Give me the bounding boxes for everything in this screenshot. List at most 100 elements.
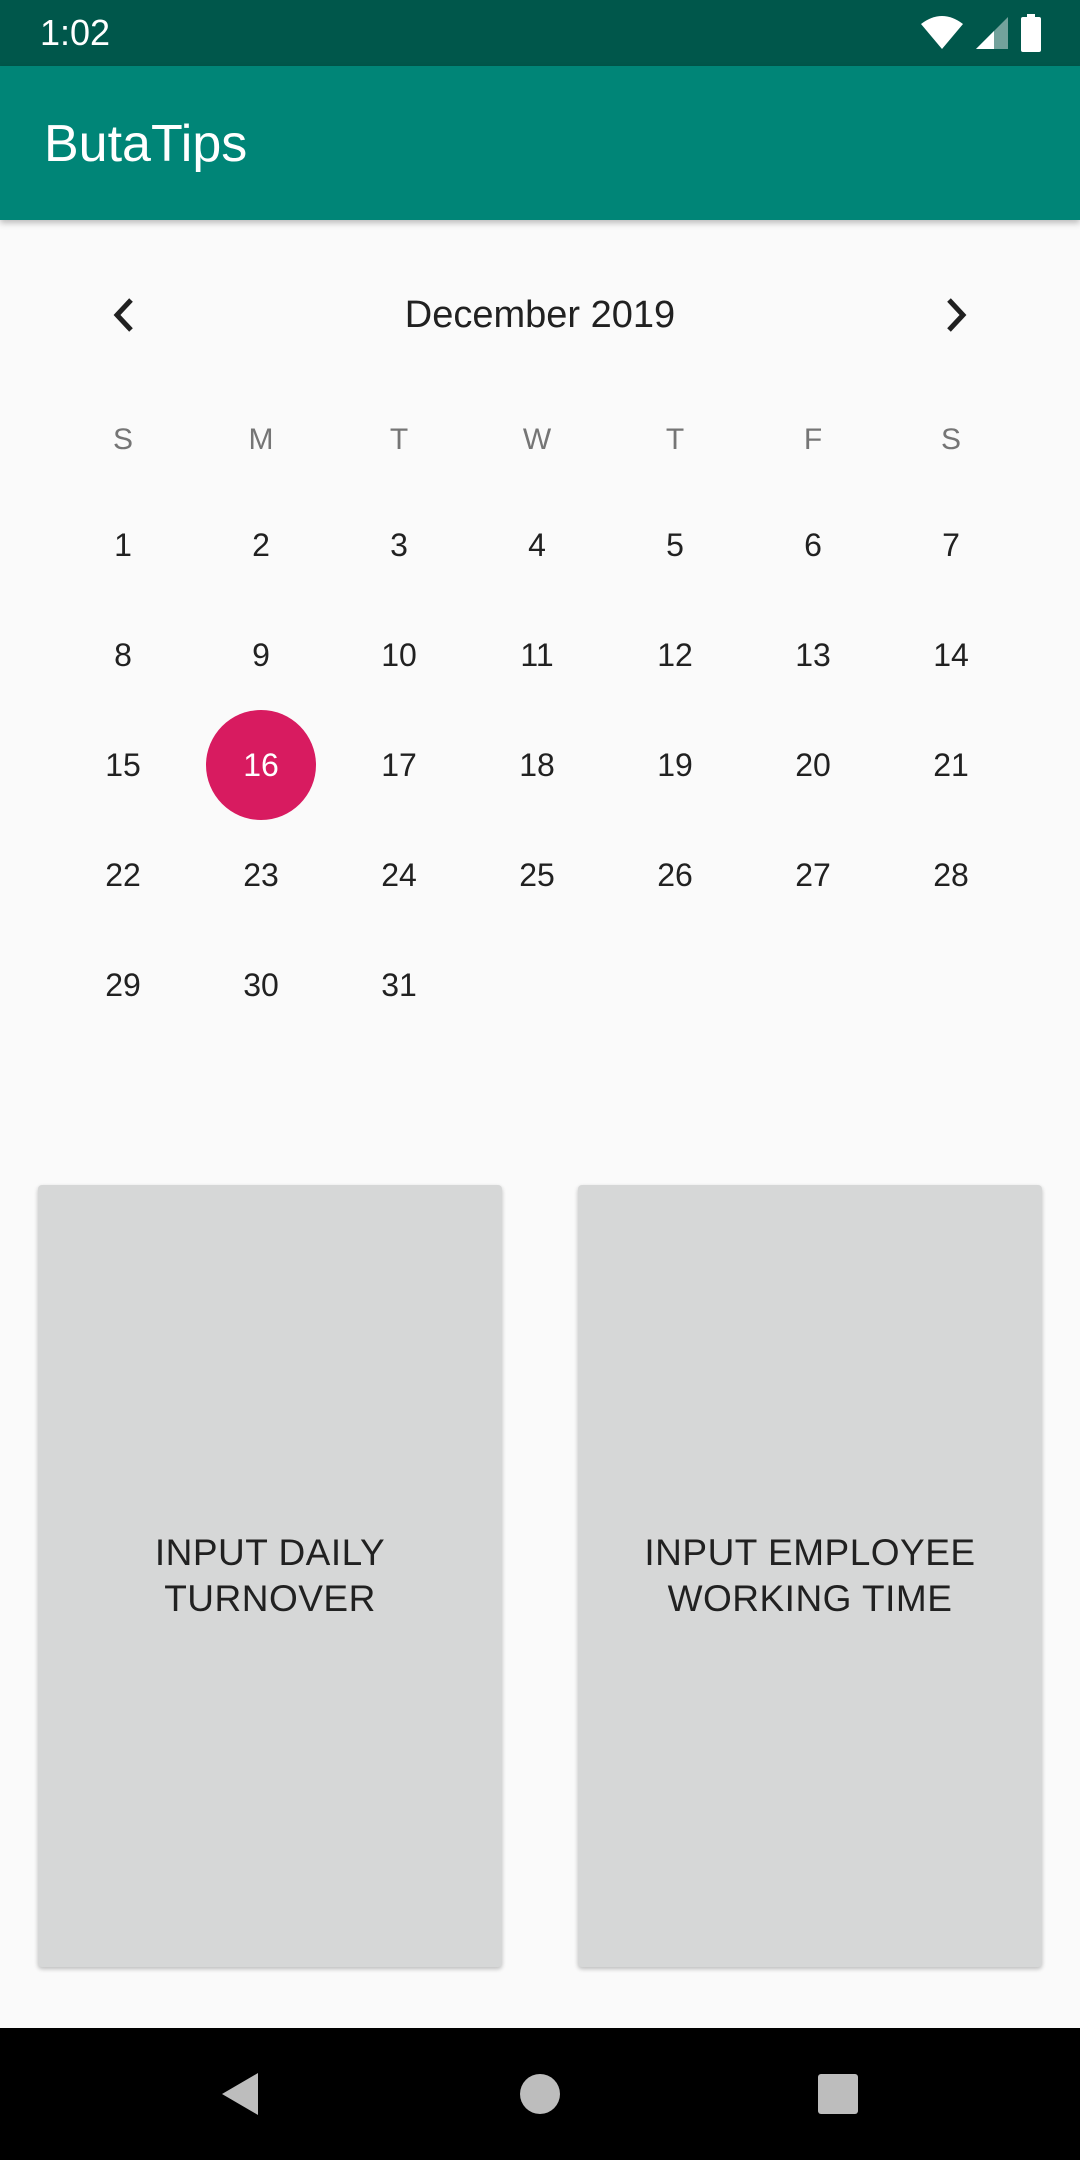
day-cell[interactable]: 14: [882, 600, 1020, 710]
day-of-week-row: S M T W T F S: [54, 410, 1020, 470]
daily-turnover-label: INPUT DAILY TURNOVER: [154, 1532, 386, 1619]
day-cell[interactable]: 17: [330, 710, 468, 820]
day-number: 23: [243, 857, 279, 893]
status-icons: [920, 14, 1042, 52]
employee-time-label: INPUT EMPLOYEE WORKING TIME: [644, 1532, 976, 1619]
day-cell[interactable]: 6: [744, 490, 882, 600]
day-number: 21: [933, 747, 969, 783]
recents-icon: [818, 2074, 858, 2114]
day-number: 18: [519, 747, 555, 783]
day-cell[interactable]: 4: [468, 490, 606, 600]
day-number: 12: [657, 637, 693, 673]
day-cell[interactable]: 13: [744, 600, 882, 710]
day-cell-selected[interactable]: 16: [192, 710, 330, 820]
day-cell[interactable]: 10: [330, 600, 468, 710]
day-cell[interactable]: 3: [330, 490, 468, 600]
back-icon: [222, 2073, 258, 2115]
wifi-icon: [921, 16, 963, 49]
day-number: 6: [804, 527, 822, 563]
day-number: 4: [528, 527, 546, 563]
day-number: 30: [243, 967, 279, 1003]
dow-wednesday: W: [522, 423, 552, 456]
week-row: 8 9 10 11 12 13 14: [54, 600, 1020, 710]
day-cell[interactable]: 9: [192, 600, 330, 710]
day-cell[interactable]: 23: [192, 820, 330, 930]
day-number: 16: [206, 710, 316, 820]
app-title: ButaTips: [44, 115, 248, 173]
home-icon: [520, 2074, 560, 2114]
dow-friday: F: [803, 423, 823, 456]
status-time: 1:02: [40, 12, 111, 53]
home-button[interactable]: [510, 2064, 570, 2124]
day-number: 22: [105, 857, 141, 893]
input-employee-time-button[interactable]: INPUT EMPLOYEE WORKING TIME: [578, 1185, 1042, 1967]
day-cell[interactable]: 22: [54, 820, 192, 930]
day-cell[interactable]: 26: [606, 820, 744, 930]
day-number-empty: [620, 930, 730, 1040]
day-cell[interactable]: 2: [192, 490, 330, 600]
day-cell[interactable]: 1: [54, 490, 192, 600]
day-number: 13: [795, 637, 831, 673]
day-cell[interactable]: 5: [606, 490, 744, 600]
back-button[interactable]: [210, 2064, 270, 2124]
day-number: 14: [933, 637, 969, 673]
day-cell[interactable]: 11: [468, 600, 606, 710]
dow-saturday: S: [940, 423, 961, 456]
day-number: 3: [390, 527, 408, 563]
battery-icon: [1021, 14, 1041, 52]
app-bar: ButaTips: [0, 66, 1080, 220]
day-cell[interactable]: 12: [606, 600, 744, 710]
day-number: 19: [657, 747, 693, 783]
day-cell-empty: [882, 930, 1020, 1040]
day-number: 9: [252, 637, 270, 673]
week-row: 1 2 3 4 5 6 7: [54, 490, 1020, 600]
day-number: 29: [105, 967, 141, 1003]
recents-button[interactable]: [808, 2064, 868, 2124]
day-cell[interactable]: 25: [468, 820, 606, 930]
day-number: 11: [520, 637, 554, 673]
day-cell[interactable]: 20: [744, 710, 882, 820]
day-number: 7: [942, 527, 960, 563]
day-cell[interactable]: 15: [54, 710, 192, 820]
day-number: 20: [795, 747, 831, 783]
day-cell[interactable]: 27: [744, 820, 882, 930]
day-cell[interactable]: 29: [54, 930, 192, 1040]
day-number: 2: [252, 527, 270, 563]
day-cell[interactable]: 18: [468, 710, 606, 820]
day-cell[interactable]: 7: [882, 490, 1020, 600]
day-number: 15: [105, 747, 141, 783]
day-cell[interactable]: 19: [606, 710, 744, 820]
day-number: 5: [666, 527, 684, 563]
day-cell-empty: [468, 930, 606, 1040]
day-number: 31: [381, 967, 417, 1003]
dow-tuesday: T: [389, 423, 409, 456]
status-bar: 1:02: [0, 0, 1080, 66]
signal-icon: [976, 17, 1008, 49]
system-nav-bar: [0, 2028, 1080, 2160]
day-number: 1: [114, 527, 132, 563]
week-row: 29 30 31: [54, 930, 1020, 1040]
day-number: 26: [657, 857, 693, 893]
dow-monday: M: [248, 423, 274, 456]
day-cell[interactable]: 8: [54, 600, 192, 710]
calendar-header: December 2019: [0, 270, 1080, 360]
day-number-empty: [482, 930, 592, 1040]
dow-sunday: S: [112, 423, 133, 456]
day-number: 27: [795, 857, 831, 893]
day-number-empty: [896, 930, 1006, 1040]
day-cell[interactable]: 31: [330, 930, 468, 1040]
input-daily-turnover-button[interactable]: INPUT DAILY TURNOVER: [38, 1185, 502, 1967]
month-label: December 2019: [404, 294, 676, 336]
day-cell[interactable]: 24: [330, 820, 468, 930]
next-month-button[interactable]: [926, 285, 986, 345]
day-number: 28: [933, 857, 969, 893]
day-number: 10: [381, 637, 417, 673]
day-cell-empty: [606, 930, 744, 1040]
dow-thursday: T: [665, 423, 685, 456]
day-number-empty: [758, 930, 868, 1040]
day-number: 17: [381, 747, 417, 783]
day-cell[interactable]: 21: [882, 710, 1020, 820]
week-row: 15 16 17 18 19 20 21: [54, 710, 1020, 820]
day-cell[interactable]: 28: [882, 820, 1020, 930]
day-cell[interactable]: 30: [192, 930, 330, 1040]
